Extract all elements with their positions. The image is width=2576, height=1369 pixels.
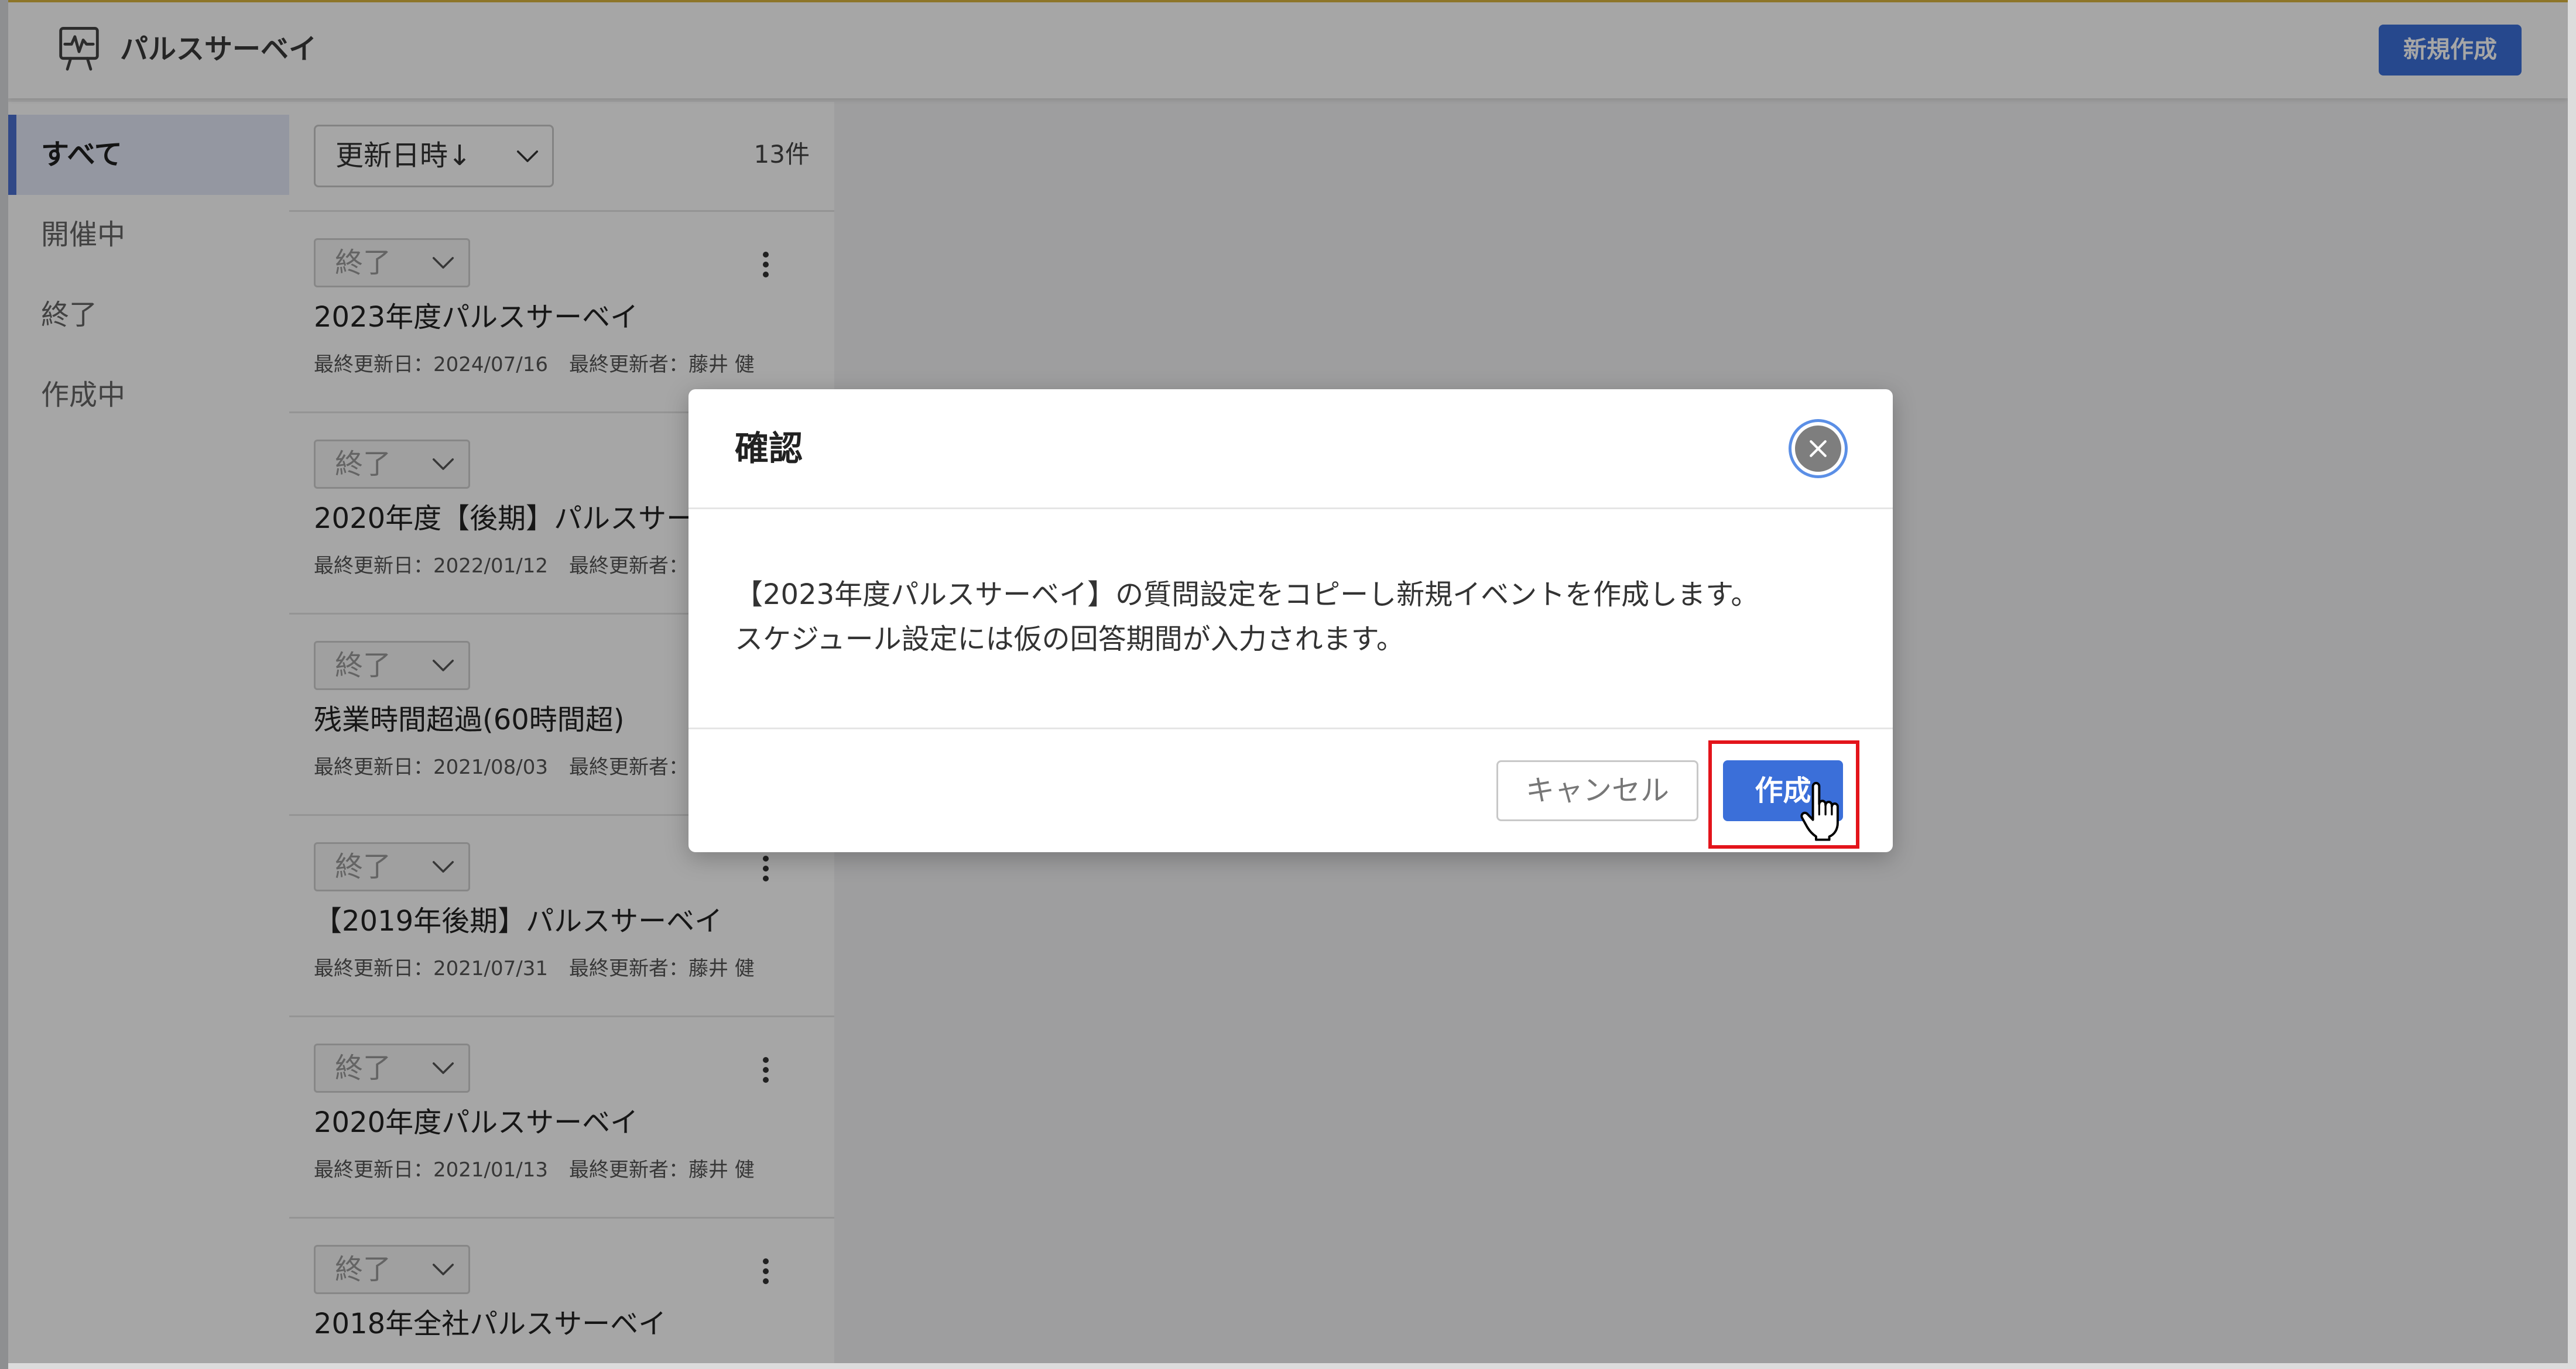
window-frame xyxy=(0,0,8,1369)
dialog-message-line: スケジュール設定には仮の回答期間が入力されます。 xyxy=(735,623,1405,656)
dialog-message-line: 【2023年度パルスサーベイ】の質問設定をコピーし新規イベントを作成します。 xyxy=(735,578,1759,611)
dialog-message: 【2023年度パルスサーベイ】の質問設定をコピーし新規イベントを作成します。 ス… xyxy=(735,572,1847,661)
dialog-title: 確認 xyxy=(735,428,803,468)
cancel-button[interactable]: キャンセル xyxy=(1496,760,1698,821)
hand-cursor-icon xyxy=(1797,781,1841,842)
close-icon[interactable] xyxy=(1795,426,1841,472)
dialog-header: 確認 xyxy=(688,389,1893,509)
